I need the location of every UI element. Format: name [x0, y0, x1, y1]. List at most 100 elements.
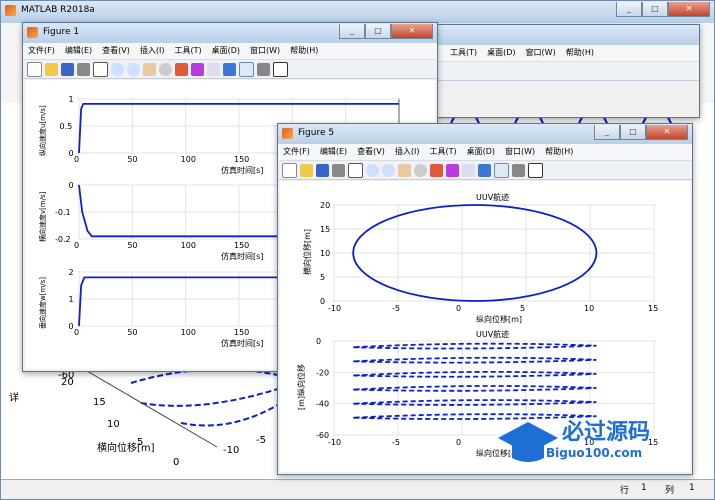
f1-menu-file[interactable]: 文件(F) — [23, 43, 60, 59]
f1-ylabel: 纵向速度u[m/s] — [38, 105, 47, 156]
figure1-toolbar — [23, 60, 437, 79]
hide-tools-icon[interactable] — [257, 62, 270, 76]
print-icon[interactable] — [332, 163, 345, 177]
f1-menu-window[interactable]: 窗口(W) — [245, 43, 285, 59]
main-status-bar: 行 1 列 1 — [1, 479, 714, 498]
minimize-button[interactable]: _ — [616, 2, 642, 17]
figure5-maximize-button[interactable]: □ — [620, 125, 646, 140]
f5-bottom-xtick: -10 — [328, 438, 341, 447]
rotate-icon[interactable] — [159, 62, 172, 76]
bg-menu-desktop[interactable]: 桌面(D) — [482, 45, 520, 61]
f1-xtick-label: 0 — [74, 241, 79, 250]
f5-menu-view[interactable]: 查看(V) — [352, 144, 390, 160]
f1-xtick-label: 150 — [234, 155, 249, 164]
f1-xlabel: 仿真时间[s] — [221, 338, 263, 348]
datacursor-icon[interactable] — [175, 62, 188, 76]
figure5-close-button[interactable]: ✕ — [646, 125, 688, 140]
figure1-minimize-button[interactable]: _ — [339, 24, 365, 39]
figure-icon — [27, 27, 38, 38]
f1-menu-desktop[interactable]: 桌面(D) — [207, 43, 245, 59]
f5-menu-desktop[interactable]: 桌面(D) — [462, 144, 500, 160]
f5-top-ytick: 15 — [320, 225, 330, 234]
figure1-window-buttons: _ □ ✕ — [339, 24, 433, 39]
f1-menu-view[interactable]: 查看(V) — [97, 43, 135, 59]
legend-icon[interactable] — [239, 61, 254, 77]
figure1-titlebar[interactable]: Figure 1 _ □ ✕ — [23, 23, 437, 43]
link-icon[interactable] — [462, 163, 475, 177]
zoom-out-icon[interactable] — [382, 163, 395, 177]
figure1-close-button[interactable]: ✕ — [391, 24, 433, 39]
new-figure-icon[interactable] — [27, 61, 42, 77]
zoom-out-icon[interactable] — [127, 62, 140, 76]
f5-menu-window[interactable]: 窗口(W) — [500, 144, 540, 160]
f5-menu-insert[interactable]: 插入(I) — [390, 144, 425, 160]
dock-icon[interactable] — [273, 61, 288, 77]
f5-top-xtick: 10 — [584, 304, 594, 313]
watermark-text: 必过源码 — [562, 420, 651, 445]
bg-menu-help[interactable]: 帮助(H) — [561, 45, 599, 61]
status-col-value: 1 — [689, 483, 695, 493]
f5-menu-file[interactable]: 文件(F) — [278, 144, 315, 160]
colorbar-icon[interactable] — [223, 62, 236, 76]
zoom-in-icon[interactable] — [111, 62, 124, 76]
f5-menu-help[interactable]: 帮助(H) — [540, 144, 578, 160]
dock-icon[interactable] — [528, 162, 543, 178]
f1-xtick-label: 100 — [181, 241, 196, 250]
f1-xtick-label: 0 — [74, 328, 79, 337]
legend-icon[interactable] — [494, 162, 509, 178]
datacursor-icon[interactable] — [430, 163, 443, 177]
figure5-window-buttons: _ □ ✕ — [594, 125, 688, 140]
brush-icon[interactable] — [446, 163, 459, 177]
f1-menu-tools[interactable]: 工具(T) — [169, 43, 206, 59]
f1-ytick-label: 1 — [69, 95, 74, 104]
figure5-titlebar[interactable]: Figure 5 _ □ ✕ — [278, 124, 692, 144]
open-icon[interactable] — [45, 62, 58, 76]
maximize-button[interactable]: □ — [642, 2, 668, 17]
pointer-icon[interactable] — [348, 162, 363, 178]
f1-menu-help[interactable]: 帮助(H) — [285, 43, 323, 59]
bg-menu-window[interactable]: 窗口(W) — [521, 45, 561, 61]
f1-ylabel: 横向速度v[m/s] — [38, 191, 47, 242]
f5-menu-tools[interactable]: 工具(T) — [424, 144, 461, 160]
background-figure-titlebar[interactable] — [437, 25, 699, 45]
background-figure-menubar: 工具(T) 桌面(D) 窗口(W) 帮助(H) — [437, 45, 699, 62]
f1-ytick-label: 0 — [69, 181, 74, 190]
f5-top-xtick: -10 — [328, 304, 341, 313]
figure5-minimize-button[interactable]: _ — [594, 125, 620, 140]
f5-top-xtick: -5 — [392, 304, 400, 313]
bg-ytick-15: 15 — [93, 397, 106, 408]
bg-menu-tools[interactable]: 工具(T) — [445, 45, 482, 61]
pan-icon[interactable] — [143, 62, 156, 76]
pointer-icon[interactable] — [93, 61, 108, 77]
main-title: MATLAB R2018a — [21, 5, 95, 15]
bg-ylabel: 横向位移[m] — [97, 441, 155, 454]
zoom-in-icon[interactable] — [366, 163, 379, 177]
f5-top-ytick: 0 — [320, 297, 325, 306]
f1-ytick-label: 0 — [69, 322, 74, 331]
f5-bottom-ytick: -40 — [316, 400, 329, 409]
new-figure-icon[interactable] — [282, 162, 297, 178]
f1-ytick-label: 0 — [69, 149, 74, 158]
matlab-icon — [5, 5, 16, 16]
f5-menu-edit[interactable]: 编辑(E) — [315, 144, 352, 160]
f1-menu-insert[interactable]: 插入(I) — [135, 43, 170, 59]
f5-bottom-ylabel: [m]纵向位移 — [296, 364, 306, 410]
link-icon[interactable] — [207, 62, 220, 76]
brush-icon[interactable] — [191, 62, 204, 76]
close-button[interactable]: ✕ — [668, 2, 710, 17]
colorbar-icon[interactable] — [478, 163, 491, 177]
open-icon[interactable] — [300, 163, 313, 177]
print-icon[interactable] — [77, 62, 90, 76]
save-icon[interactable] — [316, 163, 329, 177]
pan-icon[interactable] — [398, 163, 411, 177]
figure5-menubar: 文件(F) 编辑(E) 查看(V) 插入(I) 工具(T) 桌面(D) 窗口(W… — [278, 144, 692, 161]
hide-tools-icon[interactable] — [512, 163, 525, 177]
f1-menu-edit[interactable]: 编辑(E) — [60, 43, 97, 59]
status-col-label: 列 — [665, 486, 675, 496]
save-icon[interactable] — [61, 62, 74, 76]
main-titlebar[interactable]: MATLAB R2018a _ □ ✕ — [1, 1, 714, 23]
figure1-maximize-button[interactable]: □ — [365, 24, 391, 39]
rotate-icon[interactable] — [414, 163, 427, 177]
f5-top-xtick: 0 — [456, 304, 461, 313]
f1-ytick-label: 0.5 — [60, 122, 73, 131]
